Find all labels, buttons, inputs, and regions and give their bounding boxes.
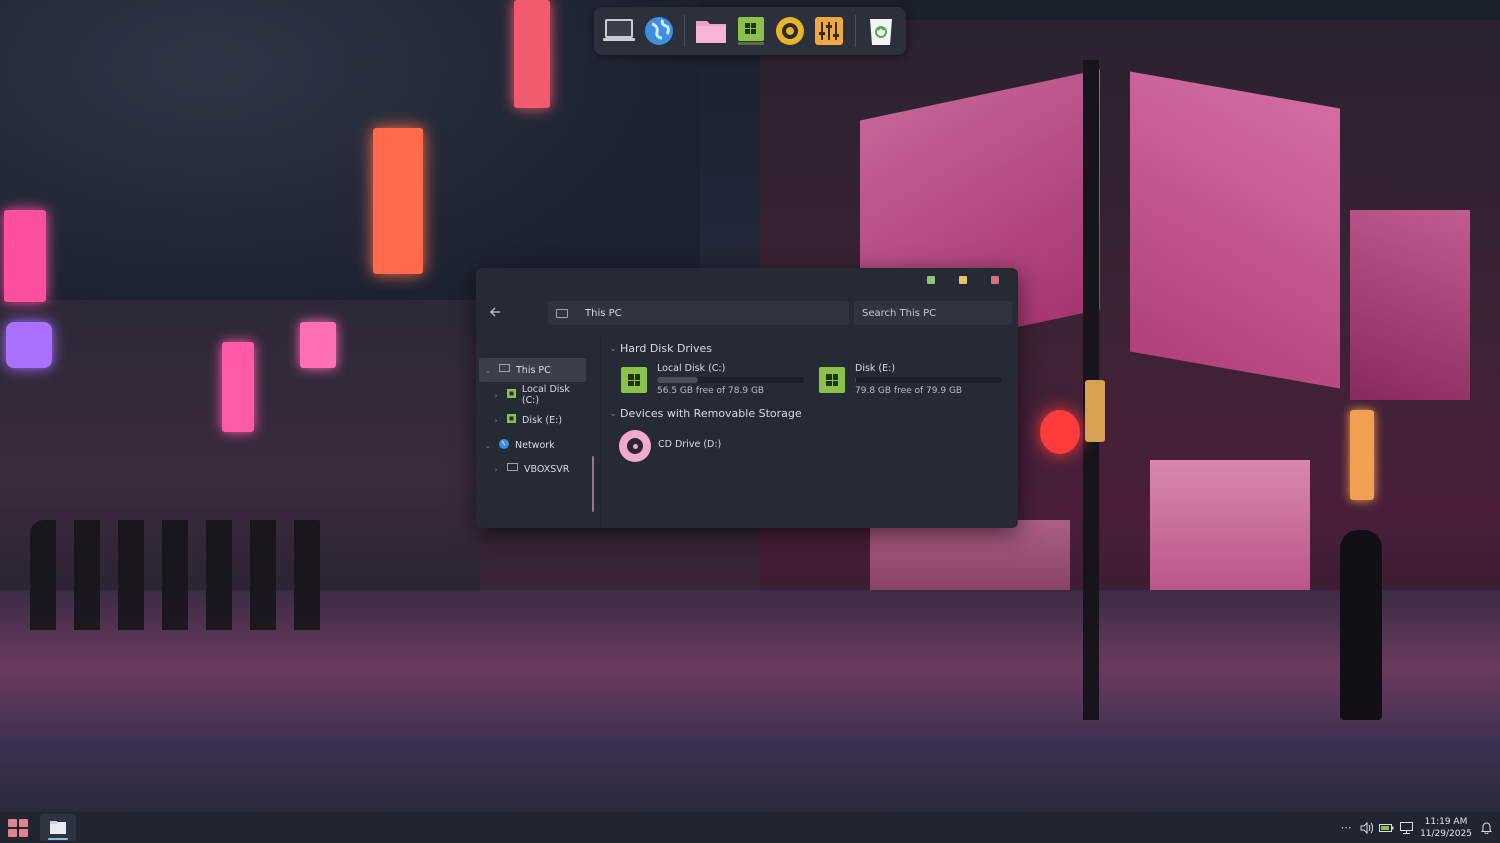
drive-free-space: 56.5 GB free of 78.9 GB: [657, 386, 765, 396]
sidebar-item-vboxsvr[interactable]: › VBOXSVR: [491, 457, 569, 481]
chevron-down-icon[interactable]: ⌄: [483, 366, 493, 375]
network-icon: [499, 438, 509, 452]
chevron-right-icon[interactable]: ›: [491, 416, 501, 425]
sidebar-item-network[interactable]: ⌄ Network: [483, 433, 555, 457]
explorer-body: ⌄ This PC › Local Disk (C:) › Disk (E:): [476, 336, 1018, 528]
drive-name: CD Drive (D:): [658, 439, 722, 450]
dock-trash-icon[interactable]: [865, 14, 898, 48]
drive-icon: [506, 389, 516, 401]
dock-system-monitor-icon[interactable]: [734, 14, 767, 48]
file-explorer-window: This PC Search This PC ⌄ This PC › Local…: [476, 268, 1018, 528]
sidebar-item-label: Local Disk (C:): [521, 384, 570, 406]
search-input[interactable]: Search This PC: [854, 301, 1012, 325]
chevron-down-icon[interactable]: ⌄: [608, 409, 618, 419]
dock-separator: [854, 15, 856, 47]
sidebar-item-label: Disk (E:): [522, 414, 563, 426]
battery-icon[interactable]: [1376, 818, 1396, 838]
volume-icon[interactable]: [1356, 818, 1376, 838]
sidebar-scrollbar[interactable]: [592, 456, 594, 512]
overflow-icon[interactable]: ⋯: [1336, 818, 1356, 838]
computer-icon: [556, 308, 568, 318]
start-menu-icon[interactable]: [8, 819, 28, 837]
chevron-down-icon[interactable]: ⌄: [483, 441, 493, 450]
drive-name: Disk (E:): [855, 363, 896, 374]
computer-icon: [499, 364, 510, 376]
address-text: This PC: [585, 307, 622, 319]
drive-item-local-disk-c[interactable]: Local Disk (C:) 56.5 GB free of 78.9 GB: [621, 363, 811, 399]
sidebar-item-this-pc[interactable]: ⌄ This PC: [479, 358, 586, 382]
window-toolbar: This PC Search This PC: [476, 292, 1018, 336]
search-placeholder: Search This PC: [862, 307, 937, 319]
network-status-icon[interactable]: [1396, 818, 1416, 838]
clock-date: 11/29/2025: [1420, 828, 1472, 839]
chevron-down-icon[interactable]: ⌄: [608, 344, 618, 354]
drive-icon: [819, 367, 845, 393]
pane-divider[interactable]: [600, 336, 601, 528]
taskbar-file-explorer-icon[interactable]: [40, 814, 76, 841]
drive-item-disk-e[interactable]: Disk (E:) 79.8 GB free of 79.9 GB: [819, 363, 1009, 399]
sidebar-item-label: Network: [515, 439, 555, 451]
taskbar: ⋯ 11:19 AM 11/29/2025: [0, 812, 1500, 843]
close-button[interactable]: [991, 276, 999, 284]
sidebar-item-label: VBOXSVR: [524, 463, 570, 475]
dock-folder-icon[interactable]: [694, 14, 728, 48]
clock[interactable]: 11:19 AM 11/29/2025: [1418, 816, 1474, 840]
chevron-right-icon[interactable]: ›: [491, 391, 501, 400]
sidebar-item-local-disk-c[interactable]: › Local Disk (C:): [491, 383, 589, 407]
dock-music-player-icon[interactable]: [773, 14, 806, 48]
drive-name: Local Disk (C:): [657, 363, 726, 374]
drive-usage-bar: [657, 377, 804, 383]
dock-mixer-icon[interactable]: [813, 14, 846, 48]
back-arrow-icon[interactable]: [486, 305, 504, 323]
dock: [594, 7, 906, 55]
minimize-button[interactable]: [927, 276, 935, 284]
window-titlebar[interactable]: [476, 268, 1018, 292]
content-pane: ⌄ Hard Disk Drives Local Disk (C:) 56.5 …: [604, 336, 1018, 528]
sidebar-item-label: This PC: [516, 364, 551, 376]
drive-icon: [507, 414, 516, 426]
drive-free-space: 79.8 GB free of 79.9 GB: [855, 386, 963, 396]
navigation-pane: ⌄ This PC › Local Disk (C:) › Disk (E:): [479, 358, 589, 518]
address-bar[interactable]: This PC: [548, 301, 849, 325]
notification-bell-icon[interactable]: [1476, 818, 1496, 838]
group-header-label: Hard Disk Drives: [620, 342, 713, 355]
drive-icon: [621, 367, 647, 393]
dock-computer-icon[interactable]: [602, 14, 636, 48]
maximize-button[interactable]: [959, 276, 967, 284]
chevron-right-icon[interactable]: ›: [491, 465, 501, 474]
dock-globe-icon[interactable]: [642, 14, 675, 48]
cd-drive-icon: [619, 430, 651, 462]
drive-usage-fill: [657, 377, 699, 383]
group-header-label: Devices with Removable Storage: [620, 407, 802, 420]
clock-time: 11:19 AM: [1424, 816, 1468, 827]
group-header-removable-storage[interactable]: ⌄ Devices with Removable Storage: [608, 407, 802, 420]
computer-icon: [507, 463, 518, 475]
system-tray: ⋯ 11:19 AM 11/29/2025: [1336, 812, 1500, 843]
group-header-hard-disk-drives[interactable]: ⌄ Hard Disk Drives: [608, 342, 712, 355]
dock-separator: [684, 15, 686, 47]
drive-usage-bar: [855, 377, 1002, 383]
drive-item-cd-drive-d[interactable]: CD Drive (D:): [619, 430, 809, 466]
sidebar-item-disk-e[interactable]: › Disk (E:): [491, 408, 562, 432]
